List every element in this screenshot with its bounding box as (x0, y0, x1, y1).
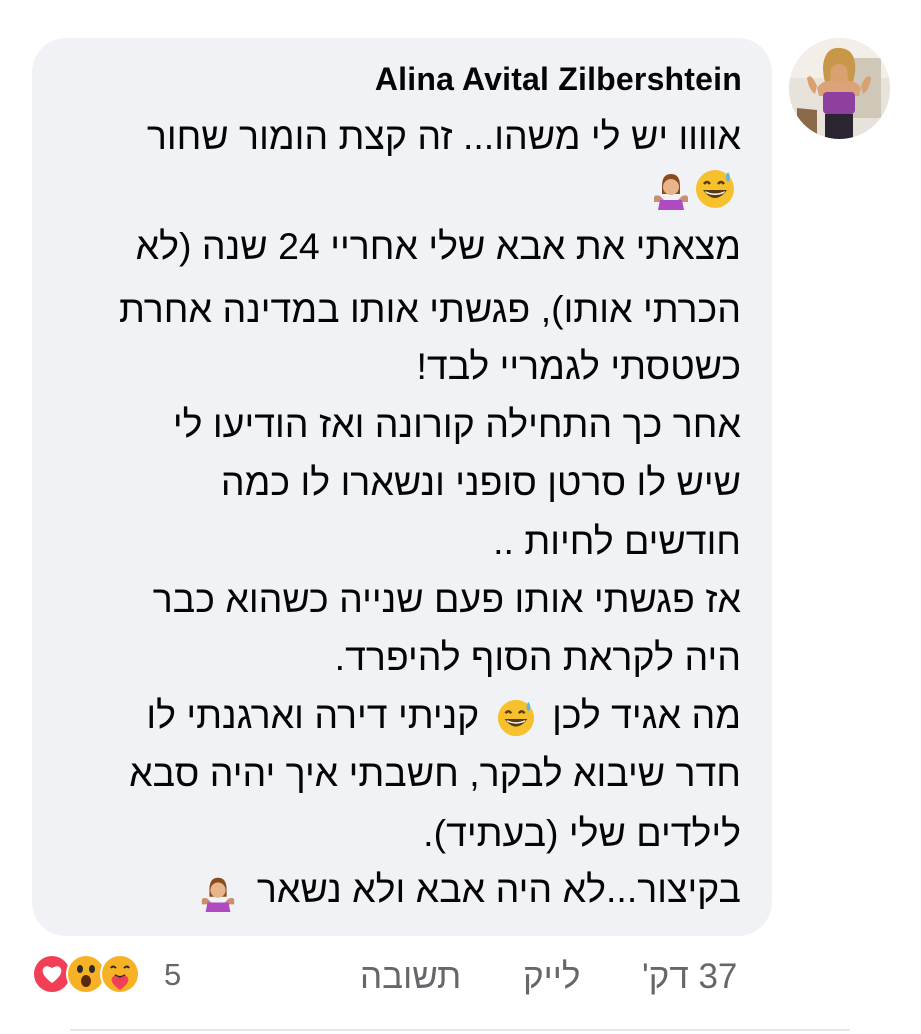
comment-line: מצאתי את אבא שלי אחריי 24 שנה (לא (135, 225, 741, 267)
comment-line-with-emoji: בקיצור...לא היה אבא ולא נשאר (198, 866, 741, 913)
comment-line: בקיצור...לא היה אבא ולא נשאר (256, 868, 741, 910)
comment-line: הכרתי אותו), פגשתי אותו במדינה אחרת (118, 288, 741, 330)
grinning-sweat-emoji (497, 699, 534, 737)
comment-line: חדר שיבוא לבקר, חשבתי איך יהיה סבא (129, 752, 741, 794)
avatar[interactable] (789, 38, 890, 139)
comment-line: כשטסתי לגמריי לבד! (416, 345, 742, 387)
comment-line: מה אגיד לכן (552, 694, 741, 736)
comment-line: לילדים שלי (בעתיד). (423, 812, 741, 854)
divider (70, 1029, 850, 1031)
emoji-line (650, 166, 746, 212)
grinning-sweat-emoji (696, 170, 734, 208)
reply-link[interactable]: תשובה (360, 957, 461, 997)
comment-author[interactable]: Alina Avital Zilbershtein (336, 61, 742, 98)
comment-line: קניתי דירה וארגנתי לו (146, 694, 480, 736)
like-link[interactable]: לייק (523, 957, 580, 997)
comment-line-with-emoji: מה אגיד לכן קניתי דירה וארגנתי לו (146, 692, 741, 738)
comment-line: חודשים לחיות .. (493, 520, 741, 562)
profile-photo (789, 38, 890, 139)
comment-time[interactable]: 37 דק' (642, 957, 737, 997)
reaction-count[interactable]: 5 (164, 957, 181, 993)
woman-shrugging-emoji (654, 174, 688, 210)
reactions-summary[interactable] (32, 954, 162, 994)
care-reaction-icon (100, 954, 140, 994)
comment-line: היה לקראת הסוף להיפרד. (334, 636, 741, 678)
woman-shrugging-emoji (202, 877, 235, 913)
comment-line: אוווו יש לי משהו... זה קצת הומור שחור (146, 115, 741, 157)
comment-line: שיש לו סרטן סופני ונשארו לו כמה (220, 461, 741, 503)
comment-line: אז פגשתי אותו פעם שנייה כשהוא כבר (152, 578, 741, 620)
comment-line: אחר כך התחילה קורונה ואז הודיעו לי (172, 403, 741, 445)
